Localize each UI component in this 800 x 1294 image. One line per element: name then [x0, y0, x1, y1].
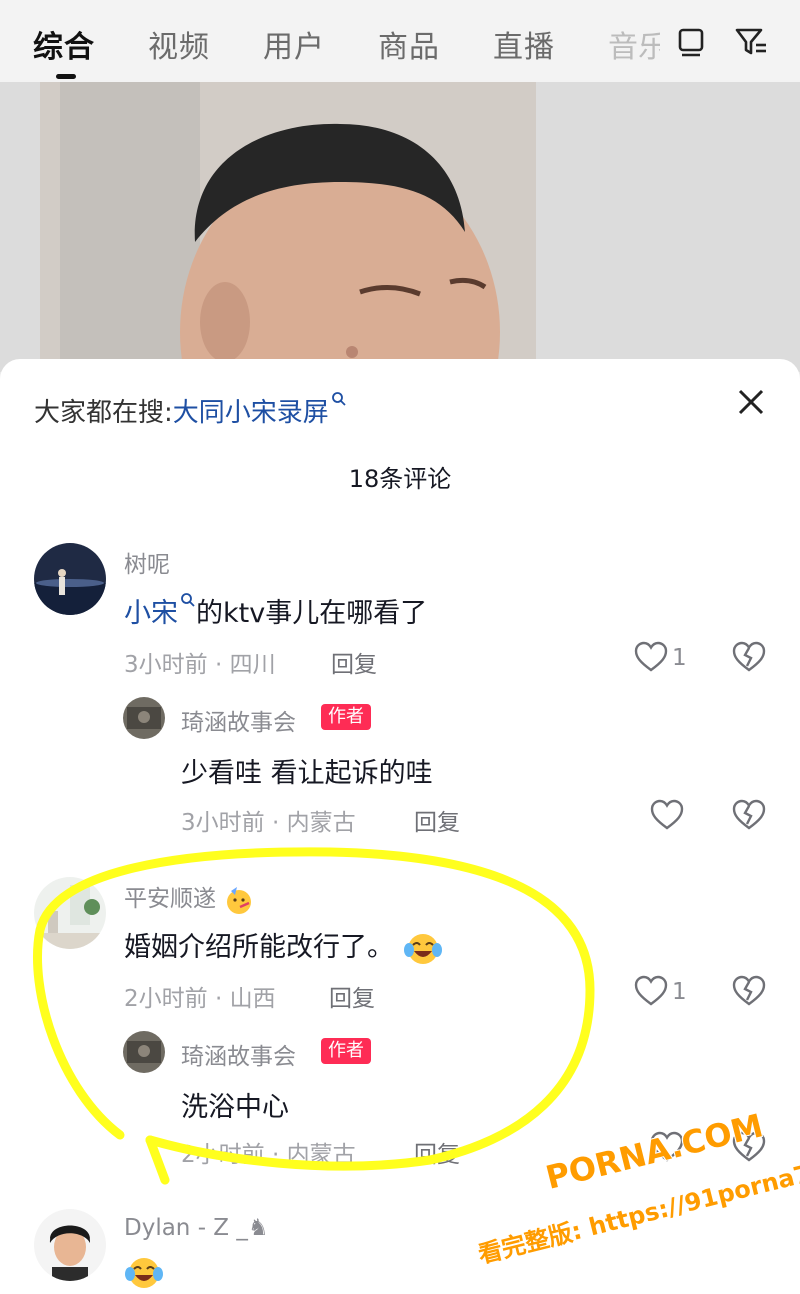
party-face-icon [227, 886, 252, 914]
heart-icon[interactable] [650, 799, 684, 831]
comment-search-link[interactable]: 小宋 [124, 598, 178, 629]
tab-users[interactable]: 用户 [263, 22, 325, 66]
reply-meta: 3小时前 · 内蒙古 [181, 810, 356, 836]
avatar[interactable] [34, 1209, 106, 1281]
reply-text: 洗浴中心 [181, 1092, 289, 1123]
trending-search-prefix: 大家都在搜: [34, 398, 173, 428]
avatar[interactable] [123, 697, 165, 739]
comment-meta: 3小时前 · 四川 [124, 652, 276, 678]
avatar[interactable] [34, 877, 106, 949]
comment-count: 18条评论 [348, 465, 452, 493]
tab-products[interactable]: 商品 [378, 22, 440, 66]
reply-username[interactable]: 琦涵故事会 [181, 1037, 296, 1071]
comment-text: 小宋 的ktv事儿在哪看了 [124, 591, 427, 630]
avatar[interactable] [34, 543, 106, 615]
close-icon[interactable] [734, 385, 768, 419]
trending-search-term[interactable]: 大同小宋录屏 [173, 398, 329, 428]
broken-heart-icon[interactable] [732, 641, 766, 673]
comment-text-body: 的ktv事儿在哪看了 [196, 598, 428, 629]
like-count: 1 [672, 645, 687, 671]
author-badge: 作者 [321, 704, 371, 730]
avatar[interactable] [123, 1031, 165, 1073]
comment-text: 婚姻介绍所能改行了。 [124, 925, 443, 967]
trending-search-hint: 大家都在搜:大同小宋录屏 [34, 391, 347, 429]
reply-button[interactable]: 回复 [329, 979, 375, 1013]
heart-icon[interactable] [634, 975, 668, 1007]
search-tab-bar: 综合 视频 用户 商品 直播 音乐 [0, 0, 800, 82]
comment-username[interactable]: 平安顺遂 [124, 879, 255, 915]
search-icon [331, 392, 346, 406]
reply-button[interactable]: 回复 [414, 1135, 460, 1169]
broken-heart-icon[interactable] [732, 975, 766, 1007]
comment-meta: 2小时前 · 山西 [124, 986, 276, 1012]
like-count: 1 [672, 979, 687, 1005]
video-background [0, 82, 800, 372]
laughing-tears-icon [403, 933, 442, 964]
active-tab-indicator [56, 74, 76, 79]
search-icon [181, 593, 195, 607]
tab-live[interactable]: 直播 [493, 22, 555, 66]
reply-username[interactable]: 琦涵故事会 [181, 703, 296, 737]
heart-icon[interactable] [634, 641, 668, 673]
tab-music[interactable]: 音乐 [608, 22, 660, 66]
reply-button[interactable]: 回复 [331, 645, 377, 679]
reply-meta: 2小时前 · 内蒙古 [181, 1142, 356, 1168]
reply-text: 少看哇 看让起诉的哇 [181, 758, 433, 789]
tab-all[interactable]: 综合 [33, 22, 95, 66]
broken-heart-icon[interactable] [732, 799, 766, 831]
reply-button[interactable]: 回复 [414, 803, 460, 837]
author-badge: 作者 [321, 1038, 371, 1064]
video-thumbnail[interactable] [40, 82, 536, 372]
comment-username[interactable]: Dylan - Z _♞ [124, 1215, 269, 1241]
layout-icon[interactable] [674, 24, 708, 58]
comment-username[interactable]: 树呢 [124, 545, 170, 579]
tab-video[interactable]: 视频 [148, 22, 210, 66]
filter-icon[interactable] [734, 24, 768, 58]
laughing-tears-icon [125, 1258, 163, 1288]
